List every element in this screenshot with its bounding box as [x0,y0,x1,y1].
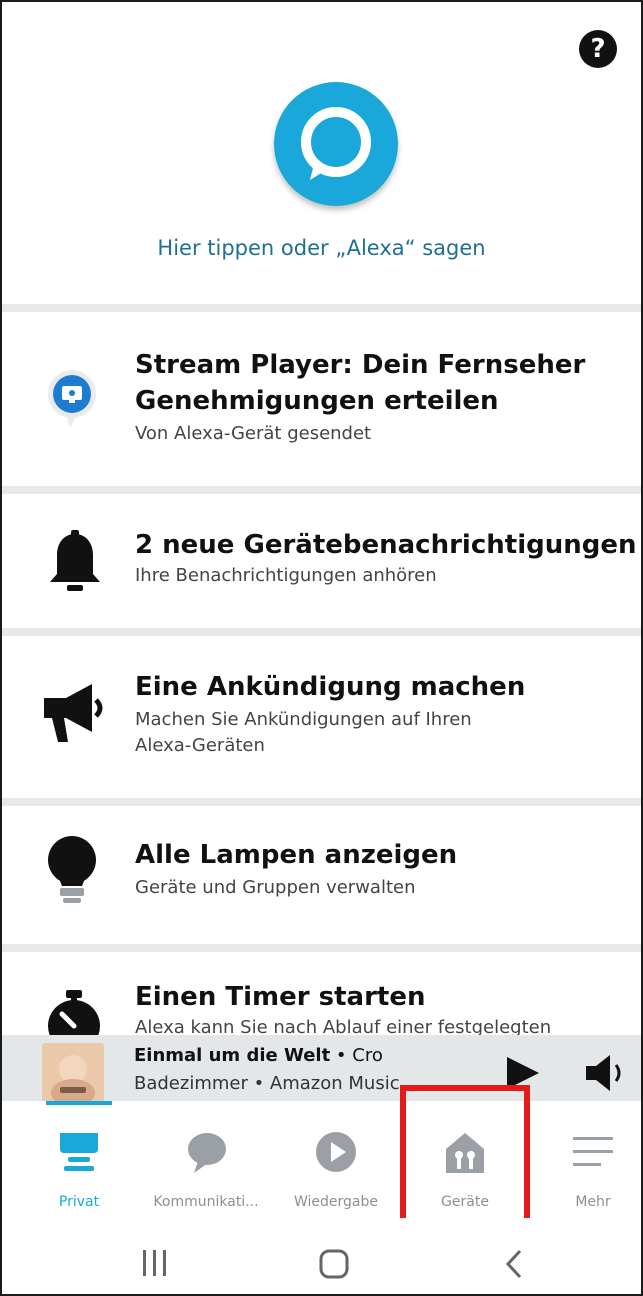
timer-icon [40,986,110,1035]
card-subtitle: Alexa kann Sie nach Ablauf einer festgel… [135,1017,552,1035]
card-lamps[interactable]: Alle Lampen anzeigen Geräte und Gruppen … [2,806,641,944]
song-separator: • [330,1045,353,1066]
card-notifications[interactable]: 2 neue Gerätebenachrichtigungen Ihre Ben… [2,494,641,628]
now-playing-bar[interactable]: Einmal um die Welt • Cro Badezimmer • Am… [2,1035,641,1105]
card-title: Eine Ankündigung machen [135,672,526,702]
recent-apps-icon[interactable] [140,1248,170,1278]
song-artist: Cro [352,1045,383,1066]
separator [2,628,641,636]
album-art[interactable] [42,1043,104,1105]
card-subtitle: Geräte und Gruppen verwalten [135,877,416,898]
card-announcement[interactable]: Eine Ankündigung machen Machen Sie Ankün… [2,636,641,798]
tab-label: Privat [58,1194,100,1210]
card-title: Genehmigungen erteilen [135,386,499,416]
bell-icon [40,528,110,598]
card-title: 2 neue Gerätebenachrichtigungen [135,530,637,560]
tab-mehr[interactable]: Mehr [550,1101,636,1218]
tab-label: Kommunikati... [153,1194,259,1210]
volume-button[interactable] [584,1053,628,1097]
lightbulb-icon [40,834,110,904]
question-mark-icon[interactable]: ? [579,30,617,68]
tab-label: Mehr [575,1194,611,1210]
separator [2,798,641,806]
card-subtitle: Von Alexa-Gerät gesendet [135,423,372,444]
speech-bubble-icon [188,1133,226,1173]
play-circle-icon [316,1132,356,1172]
device-source: Badezimmer • Amazon Music [134,1073,400,1094]
card-subtitle: Alexa-Geräten [135,735,265,756]
card-timer[interactable]: Einen Timer starten Alexa kann Sie nach … [2,952,641,1035]
tab-privat[interactable]: Privat [32,1101,126,1218]
back-icon[interactable] [502,1248,526,1280]
bottom-nav: Privat Kommunikati... Wiedergabe Geräte … [2,1101,641,1218]
tab-label: Wiedergabe [293,1194,378,1210]
home-icon[interactable] [318,1248,350,1280]
home-list-icon [60,1133,98,1171]
card-title: Alle Lampen anzeigen [135,840,458,870]
alexa-prompt[interactable]: Hier tippen oder „Alexa“ sagen [2,236,641,260]
card-subtitle: Machen Sie Ankündigungen auf Ihren [135,709,472,730]
alexa-ring-icon [301,107,371,180]
song-info: Einmal um die Welt • Cro [134,1045,383,1066]
card-stream-player[interactable]: Stream Player: Dein Fernseher Genehmigun… [2,312,641,486]
megaphone-icon [40,676,110,746]
system-nav-bar [2,1218,641,1294]
speaker-icon [586,1055,621,1091]
separator [2,486,641,494]
separator [2,944,641,952]
tab-wiedergabe[interactable]: Wiedergabe [286,1101,386,1218]
card-title: Stream Player: Dein Fernseher [135,350,586,380]
stream-player-icon [40,362,110,432]
song-title: Einmal um die Welt [134,1045,331,1066]
alexa-logo-button[interactable] [274,82,398,206]
app-screen: ? Hier tippen oder „Alexa“ sagen Stream … [0,0,643,1296]
tab-kommunikation[interactable]: Kommunikati... [144,1101,268,1218]
highlight-box [400,1085,530,1228]
separator [2,304,641,312]
menu-icon [573,1137,613,1166]
card-title: Einen Timer starten [135,982,426,1012]
card-subtitle: Ihre Benachrichtigungen anhören [135,565,437,586]
